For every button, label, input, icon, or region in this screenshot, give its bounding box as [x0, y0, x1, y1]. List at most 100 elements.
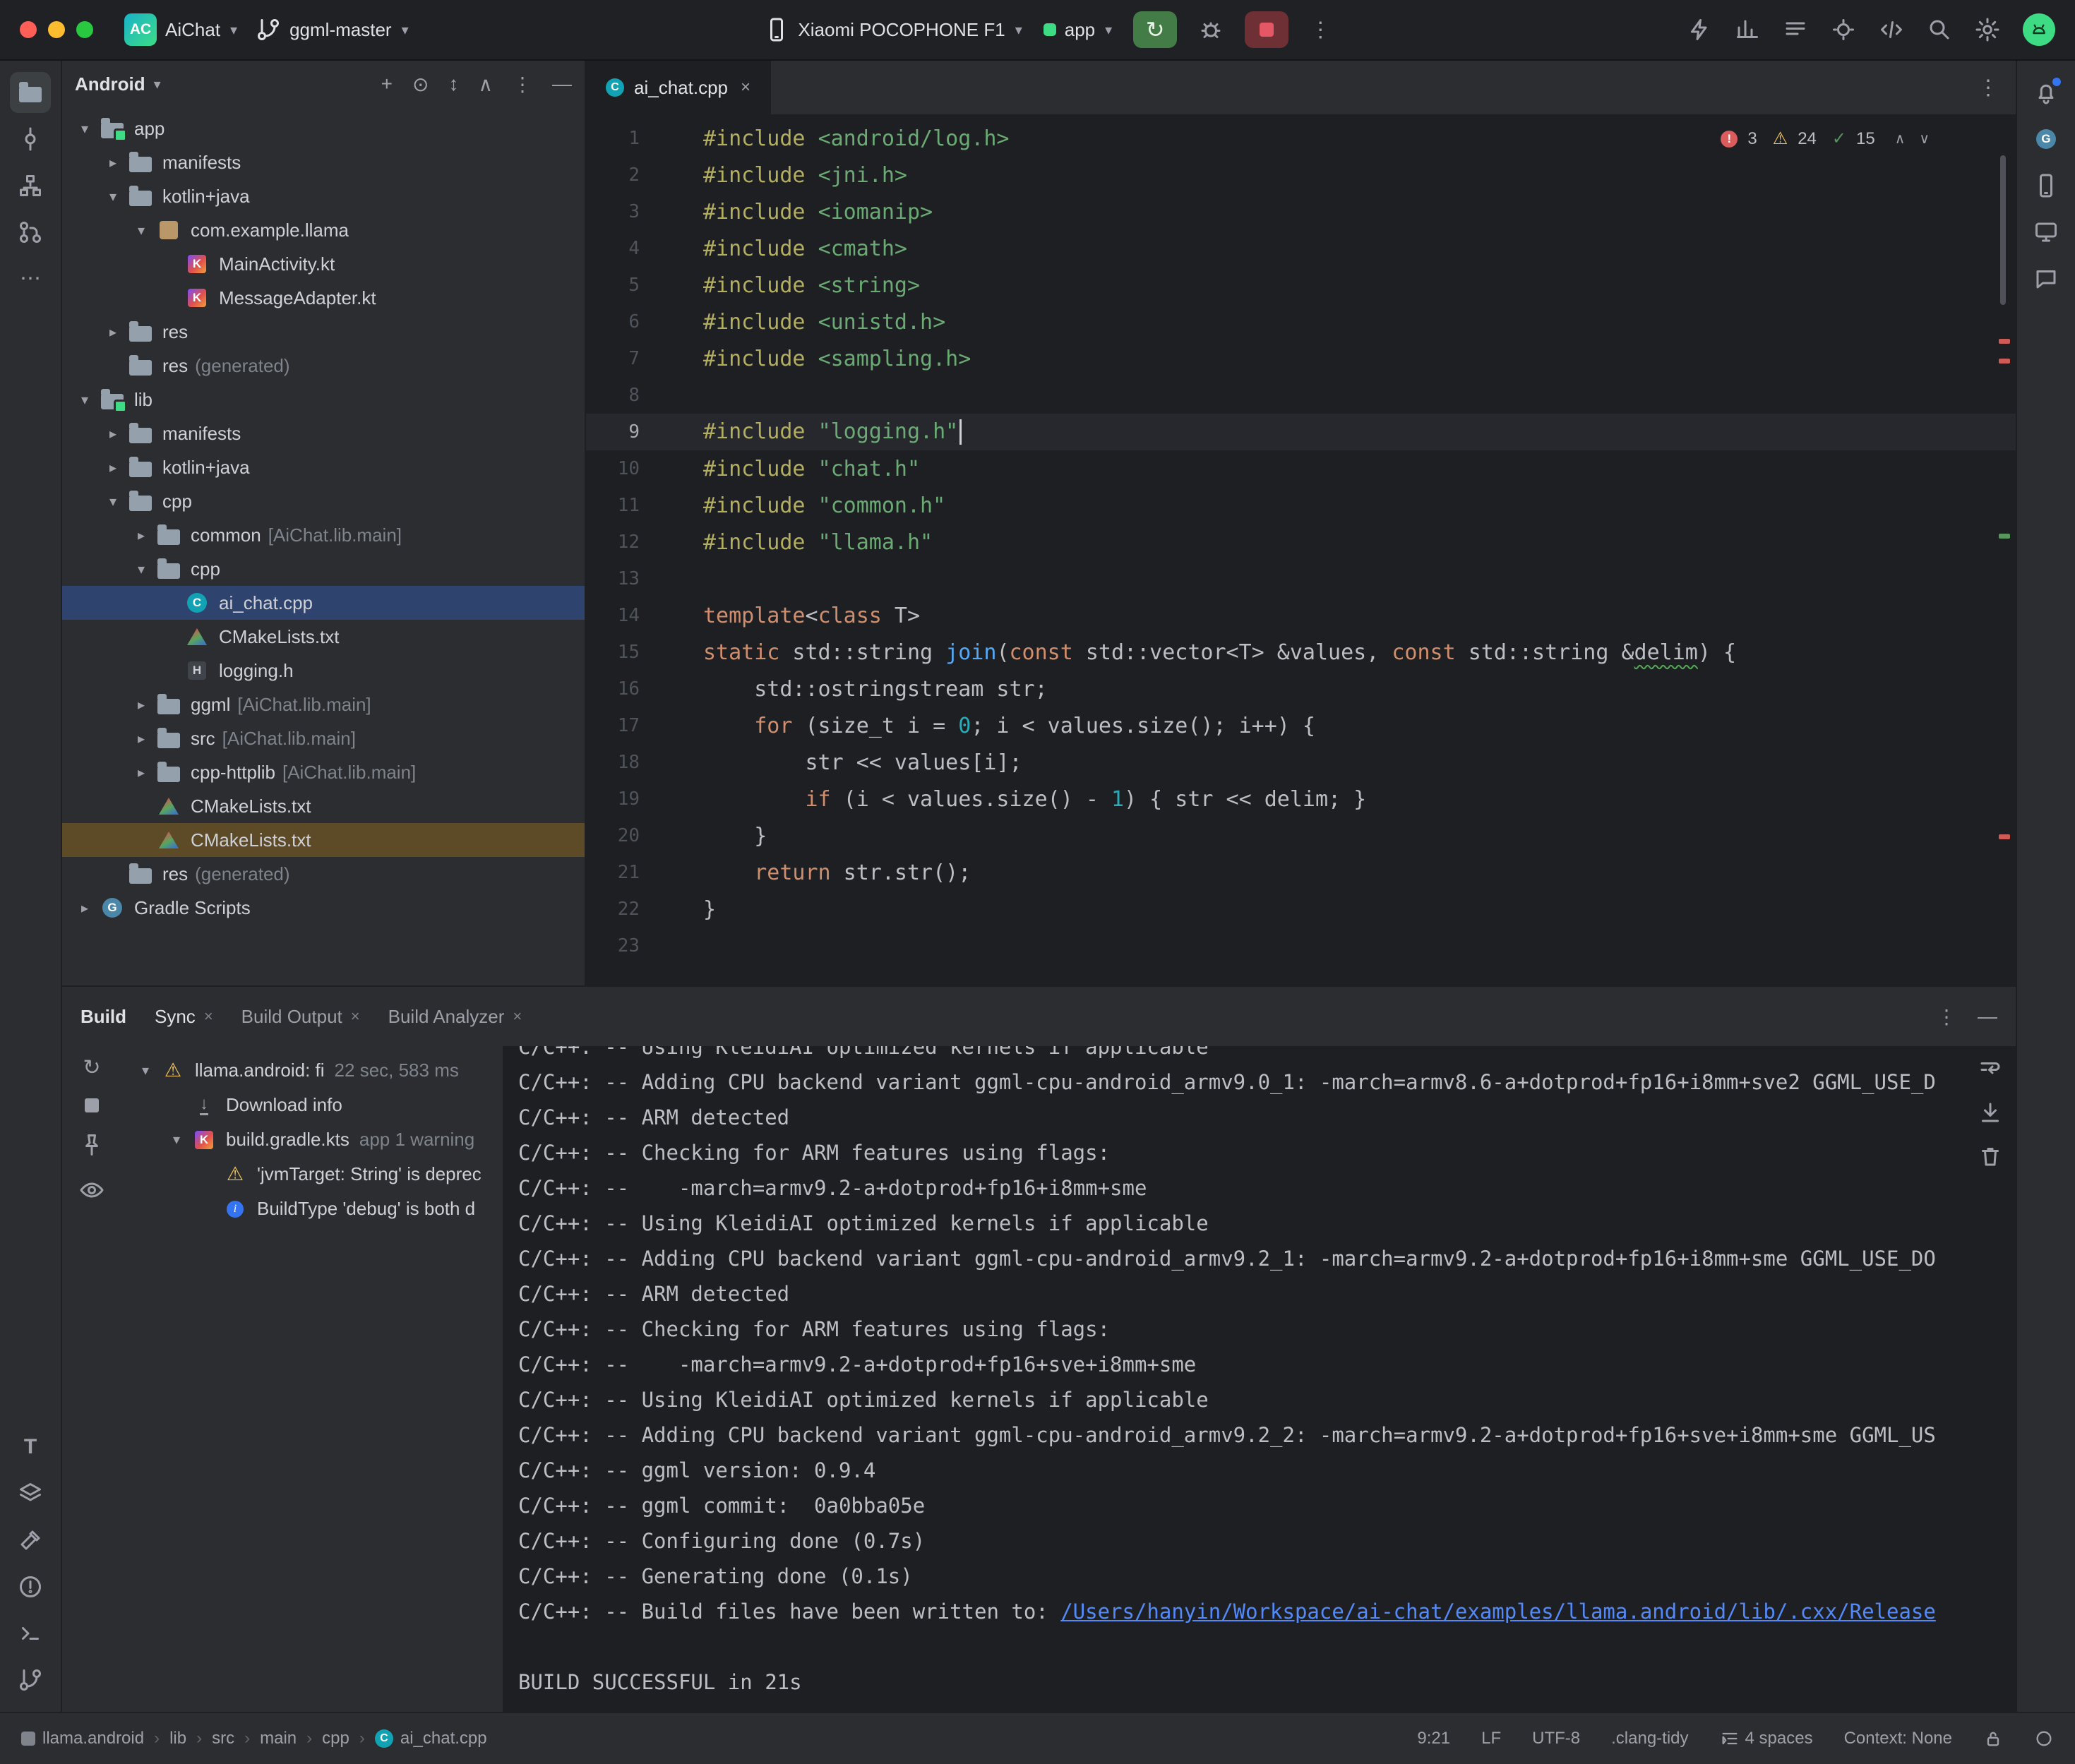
commit-tool-icon[interactable]	[10, 119, 51, 160]
code-line[interactable]: 3#include <iomanip>	[586, 193, 2016, 230]
breadcrumb-item[interactable]: cpp	[322, 1729, 349, 1748]
error-stripe-mark[interactable]	[1999, 359, 2010, 364]
soft-wrap-icon[interactable]	[1978, 1056, 2003, 1081]
inspections-widget[interactable]: ! 3 ⚠ 24 ✓ 15 ∧ ∨	[1714, 126, 1937, 152]
code-line[interactable]: 20 }	[586, 817, 2016, 854]
zoom-window-button[interactable]	[76, 21, 93, 38]
chevron-right-icon[interactable]: ▸	[72, 899, 97, 917]
collapse-all-icon[interactable]: ∧	[479, 73, 494, 96]
code-line[interactable]: 11#include "common.h"	[586, 487, 2016, 524]
debug-button[interactable]	[1198, 17, 1224, 42]
chevron-right-icon[interactable]: ▸	[128, 696, 154, 714]
sync-again-icon[interactable]: ↻	[83, 1057, 100, 1079]
project-tree-item[interactable]: ▸manifests	[62, 145, 585, 179]
chevron-down-icon[interactable]: ▾	[164, 1131, 189, 1148]
encoding-indicator[interactable]: UTF-8	[1532, 1729, 1580, 1748]
code-line[interactable]: 23	[586, 928, 2016, 964]
console-link[interactable]: /Users/hanyin/Workspace/ai-chat/examples…	[1060, 1600, 1936, 1624]
context-indicator[interactable]: Context: None	[1844, 1729, 1952, 1748]
breadcrumb-item[interactable]: lib	[169, 1729, 186, 1748]
breadcrumb-item[interactable]: src	[212, 1729, 234, 1748]
logcat-icon[interactable]	[1783, 17, 1808, 42]
code-line[interactable]: 4#include <cmath>	[586, 230, 2016, 267]
translations-tool-icon[interactable]: T	[10, 1427, 51, 1468]
line-number[interactable]: 4	[586, 238, 664, 259]
code-editor[interactable]: 1#include <android/log.h>2#include <jni.…	[586, 114, 2016, 985]
project-tree-item[interactable]: CMakeLists.txt	[62, 823, 585, 857]
code-line[interactable]: 21 return str.str();	[586, 854, 2016, 891]
code-line[interactable]: 9#include "logging.h"	[586, 414, 2016, 450]
app-quality-insights-tool-icon[interactable]	[2026, 258, 2067, 299]
chevron-down-icon[interactable]: ▾	[128, 560, 154, 578]
lock-icon[interactable]	[1983, 1729, 2003, 1748]
device-selector[interactable]: Xiaomi POCOPHONE F1 ▾	[764, 17, 1022, 42]
project-tree-item[interactable]: CMakeLists.txt	[62, 789, 585, 823]
code-line[interactable]: 22}	[586, 891, 2016, 928]
close-tab-icon[interactable]: ×	[513, 1007, 522, 1026]
code-line[interactable]: 8	[586, 377, 2016, 414]
project-tree-item[interactable]: ▾kotlin+java	[62, 179, 585, 213]
tab-options-icon[interactable]: ⋮	[1978, 76, 2016, 100]
profile-avatar[interactable]	[2023, 13, 2055, 46]
close-tab-icon[interactable]: ×	[741, 78, 751, 97]
indent-widget[interactable]: 4 spaces	[1720, 1729, 1813, 1748]
build-tab-sync[interactable]: Sync×	[155, 1006, 213, 1028]
project-tree-item[interactable]: ▾lib	[62, 383, 585, 416]
status-indicator-icon[interactable]	[2034, 1729, 2054, 1748]
project-tool-icon[interactable]	[10, 72, 51, 113]
build-tab-build-output[interactable]: Build Output×	[241, 1006, 360, 1028]
line-number[interactable]: 18	[586, 752, 664, 773]
project-tree-item[interactable]: KMessageAdapter.kt	[62, 281, 585, 315]
code-line[interactable]: 14template<class T>	[586, 597, 2016, 634]
chevron-right-icon[interactable]: ▸	[100, 425, 126, 443]
running-devices-tool-icon[interactable]	[2026, 212, 2067, 253]
code-line[interactable]: 12#include "llama.h"	[586, 524, 2016, 560]
vcs-widget[interactable]: ggml-master ▾	[256, 17, 409, 42]
build-tree-item[interactable]: ▾Kbuild.gradle.ktsapp 1 warning	[121, 1122, 503, 1157]
gradle-tool-icon[interactable]: G	[2026, 119, 2067, 160]
inspect-icon[interactable]	[79, 1177, 104, 1203]
clear-console-icon[interactable]	[1978, 1144, 2003, 1169]
project-tree-item[interactable]: ▸manifests	[62, 416, 585, 450]
line-number[interactable]: 21	[586, 862, 664, 883]
chevron-down-icon[interactable]: ▾	[72, 391, 97, 409]
panel-options-icon[interactable]: ⋮	[513, 73, 532, 96]
more-tool-windows-icon[interactable]: ⋯	[10, 258, 51, 299]
notifications-tool-icon[interactable]	[2026, 72, 2067, 113]
code-line[interactable]: 17 for (size_t i = 0; i < values.size();…	[586, 707, 2016, 744]
build-tree-item[interactable]: ⚠'jvmTarget: String' is deprec	[121, 1157, 503, 1192]
clang-tidy-indicator[interactable]: .clang-tidy	[1611, 1729, 1688, 1748]
project-tree-item[interactable]: Cai_chat.cpp	[62, 586, 585, 620]
pull-requests-tool-icon[interactable]	[10, 212, 51, 253]
line-number[interactable]: 7	[586, 348, 664, 369]
line-number[interactable]: 6	[586, 311, 664, 332]
line-number[interactable]: 14	[586, 605, 664, 626]
line-number[interactable]: 19	[586, 788, 664, 810]
line-number[interactable]: 8	[586, 385, 664, 406]
code-line[interactable]: 5#include <string>	[586, 267, 2016, 304]
structure-tool-icon[interactable]	[10, 165, 51, 206]
project-tree-item[interactable]: res(generated)	[62, 857, 585, 891]
error-stripe-mark[interactable]	[1999, 834, 2010, 839]
project-tree-item[interactable]: Hlogging.h	[62, 654, 585, 688]
build-tree-item[interactable]: ▾⚠llama.android: fi22 sec, 583 ms	[121, 1053, 503, 1088]
version-control-tool-icon[interactable]	[10, 1660, 51, 1700]
editor-tab[interactable]: C ai_chat.cpp ×	[586, 61, 771, 114]
error-stripe-mark[interactable]	[1999, 339, 2010, 344]
device-manager-tool-icon[interactable]	[2026, 165, 2067, 206]
project-tree-item[interactable]: ▾app	[62, 112, 585, 145]
rerun-button[interactable]: ↻	[1133, 11, 1177, 48]
line-number[interactable]: 2	[586, 164, 664, 186]
chevron-down-icon[interactable]: ▾	[133, 1062, 158, 1079]
chevron-down-icon[interactable]: ▾	[100, 188, 126, 205]
device-mirroring-icon[interactable]	[1879, 17, 1904, 42]
chevron-right-icon[interactable]: ▸	[100, 323, 126, 341]
close-tab-icon[interactable]: ×	[351, 1007, 360, 1026]
line-number[interactable]: 1	[586, 128, 664, 149]
line-number[interactable]: 10	[586, 458, 664, 479]
code-line[interactable]: 13	[586, 560, 2016, 597]
code-line[interactable]: 16 std::ostringstream str;	[586, 671, 2016, 707]
build-tab-build-analyzer[interactable]: Build Analyzer×	[388, 1006, 522, 1028]
project-tree-item[interactable]: ▸cpp-httplib[AiChat.lib.main]	[62, 755, 585, 789]
line-number[interactable]: 20	[586, 825, 664, 846]
